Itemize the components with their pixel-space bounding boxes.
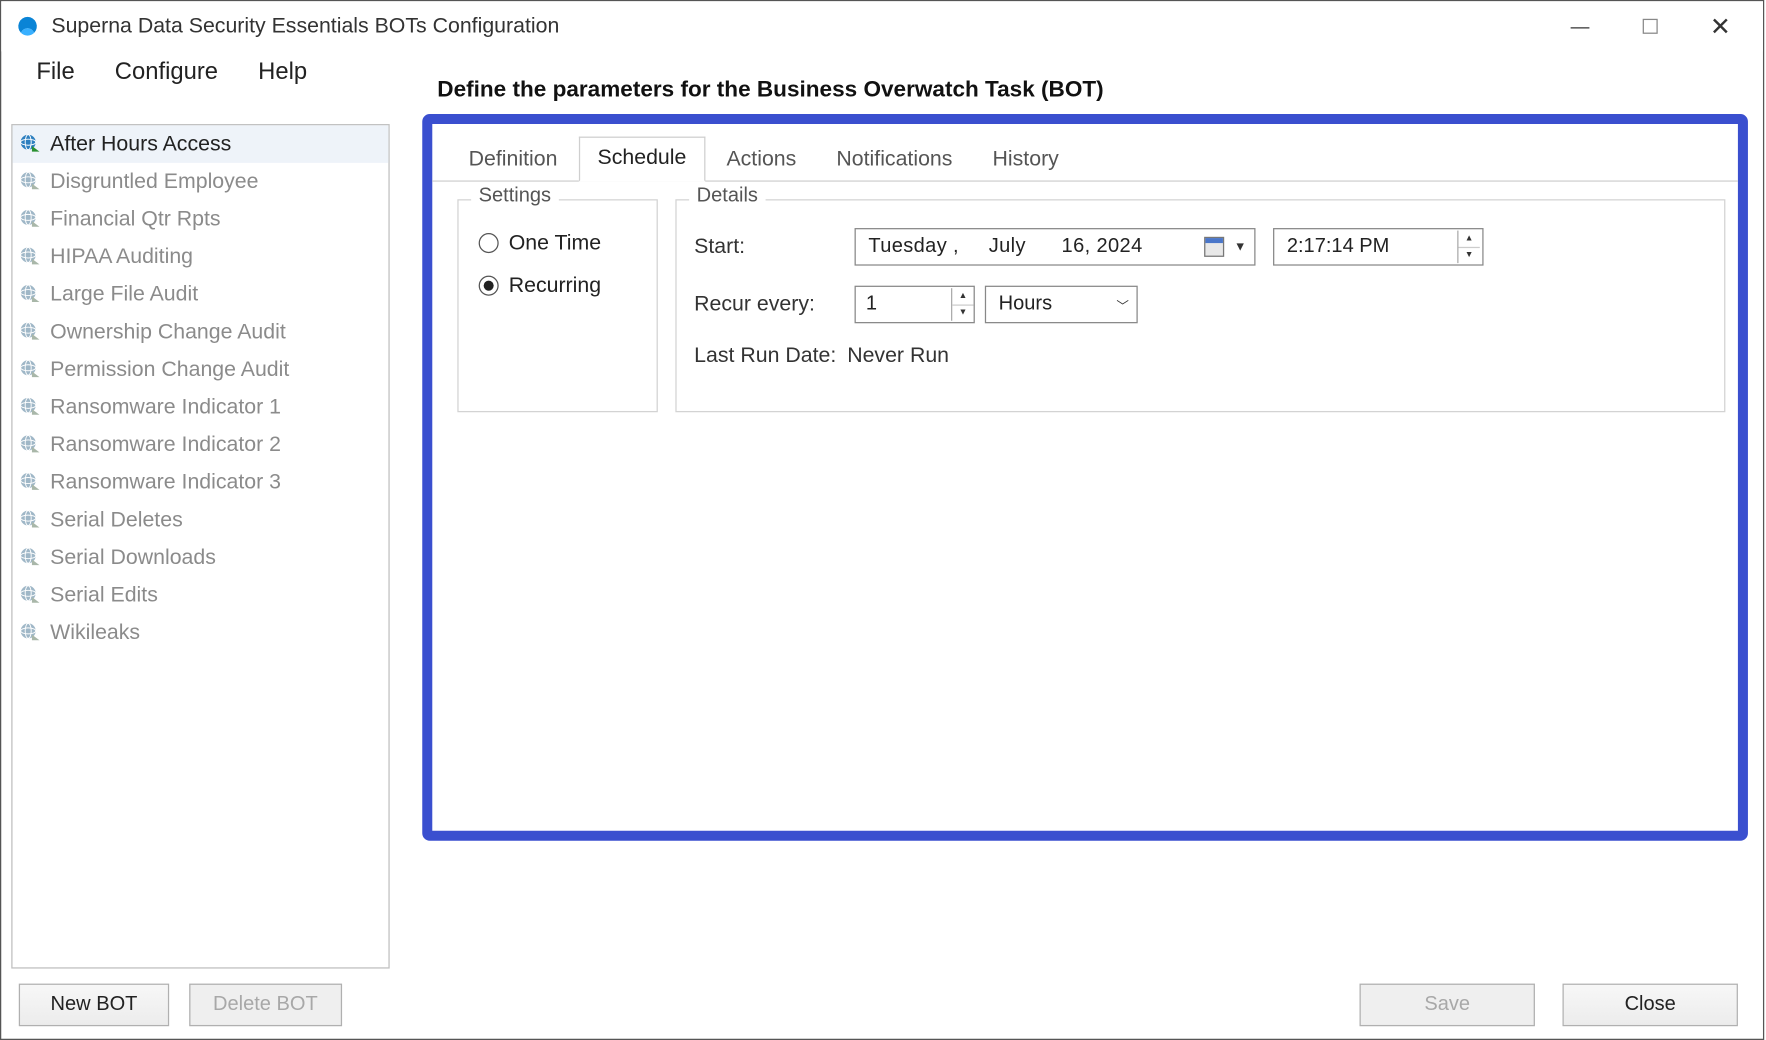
close-window-button[interactable]: ✕	[1685, 3, 1755, 51]
globe-arrow-icon	[18, 432, 43, 457]
bot-list-item[interactable]: Ransomware Indicator 3	[13, 464, 389, 502]
bot-list-item[interactable]: HIPAA Auditing	[13, 238, 389, 276]
lastrun-value: Never Run	[847, 343, 949, 367]
save-button[interactable]: Save	[1360, 984, 1535, 1027]
globe-arrow-icon	[18, 132, 43, 157]
settings-legend: Settings	[471, 185, 558, 208]
start-date-picker[interactable]: Tuesday , July 16, 2024 ▼	[855, 228, 1256, 266]
recur-unit-value: Hours	[999, 293, 1052, 316]
bot-list-item-label: Ransomware Indicator 2	[50, 432, 281, 457]
bot-list[interactable]: After Hours Access Disgruntled Employee Fi…	[11, 124, 389, 969]
bot-list-item-label: Wikileaks	[50, 620, 140, 645]
start-time-picker[interactable]: 2:17:14 PM ▲▼	[1273, 228, 1484, 266]
tab-actions[interactable]: Actions	[708, 138, 815, 182]
bot-list-item[interactable]: Financial Qtr Rpts	[13, 200, 389, 238]
close-button[interactable]: Close	[1562, 984, 1737, 1027]
bot-list-item-label: Serial Downloads	[50, 545, 216, 570]
globe-arrow-icon	[18, 395, 43, 420]
tab-schedule[interactable]: Schedule	[579, 137, 705, 182]
schedule-panel-highlight: Definition Schedule Actions Notification…	[422, 114, 1748, 841]
globe-arrow-icon	[18, 620, 43, 645]
bot-list-item-label: Large File Audit	[50, 282, 198, 307]
bot-list-item[interactable]: Disgruntled Employee	[13, 163, 389, 201]
settings-group: Settings One Time Recurring	[457, 199, 657, 412]
menu-configure[interactable]: Configure	[97, 56, 235, 89]
radio-one-time[interactable]: One Time	[479, 231, 639, 256]
calendar-icon	[1204, 237, 1224, 257]
start-date-value: Tuesday , July 16, 2024	[868, 236, 1142, 259]
lastrun-label: Last Run Date:	[694, 343, 836, 367]
globe-arrow-icon	[18, 207, 43, 232]
globe-arrow-icon	[18, 470, 43, 495]
chevron-down-icon: ▼	[1234, 240, 1247, 254]
bot-list-item-label: Ransomware Indicator 1	[50, 395, 281, 420]
recur-label: Recur every:	[694, 292, 854, 317]
recur-value: 1	[866, 293, 877, 316]
radio-icon	[479, 233, 499, 253]
bot-list-item-label: HIPAA Auditing	[50, 244, 193, 269]
menu-file[interactable]: File	[19, 56, 92, 89]
recur-spinner[interactable]: ▲▼	[951, 288, 974, 321]
radio-one-time-label: One Time	[509, 231, 601, 256]
globe-arrow-icon	[18, 320, 43, 345]
window-title: Superna Data Security Essentials BOTs Co…	[51, 14, 559, 39]
bot-list-item-label: Ransomware Indicator 3	[50, 470, 281, 495]
bot-list-item[interactable]: Large File Audit	[13, 276, 389, 314]
bot-list-item-label: Permission Change Audit	[50, 357, 289, 382]
globe-arrow-icon	[18, 282, 43, 307]
bot-list-item[interactable]: Permission Change Audit	[13, 351, 389, 389]
globe-arrow-icon	[18, 583, 43, 608]
bot-list-item-label: After Hours Access	[50, 132, 231, 157]
bot-list-item[interactable]: Ransomware Indicator 2	[13, 426, 389, 464]
start-label: Start:	[694, 234, 854, 259]
globe-arrow-icon	[18, 545, 43, 570]
close-label: Close	[1625, 994, 1676, 1017]
recur-value-input[interactable]: 1 ▲▼	[855, 286, 975, 324]
bot-list-item[interactable]: After Hours Access	[13, 125, 389, 163]
bot-list-item-label: Serial Deletes	[50, 507, 183, 532]
app-logo-icon	[14, 13, 42, 41]
globe-arrow-icon	[18, 507, 43, 532]
bot-list-item-label: Ownership Change Audit	[50, 320, 286, 345]
chevron-down-icon: ﹀	[1116, 295, 1129, 314]
bot-list-item-label: Financial Qtr Rpts	[50, 207, 220, 232]
new-bot-label: New BOT	[51, 994, 138, 1017]
details-group: Details Start: Tuesday , July 16, 2024 ▼…	[675, 199, 1725, 412]
tab-notifications[interactable]: Notifications	[818, 138, 972, 182]
radio-recurring[interactable]: Recurring	[479, 273, 639, 298]
tab-history[interactable]: History	[974, 138, 1078, 182]
radio-icon	[479, 276, 499, 296]
bot-list-item[interactable]: Serial Deletes	[13, 501, 389, 539]
start-time-value: 2:17:14 PM	[1287, 236, 1390, 259]
bot-list-item-label: Serial Edits	[50, 583, 158, 608]
bot-list-item[interactable]: Ownership Change Audit	[13, 313, 389, 351]
recur-unit-select[interactable]: Hours ﹀	[985, 286, 1138, 324]
page-heading: Define the parameters for the Business O…	[437, 76, 1103, 102]
details-legend: Details	[689, 185, 765, 208]
radio-recurring-label: Recurring	[509, 273, 601, 298]
menu-help[interactable]: Help	[241, 56, 325, 89]
tab-definition[interactable]: Definition	[450, 138, 576, 182]
time-spinner[interactable]: ▲▼	[1457, 231, 1480, 264]
bot-list-item[interactable]: Ransomware Indicator 1	[13, 388, 389, 426]
tab-strip: Definition Schedule Actions Notification…	[432, 124, 1738, 182]
save-label: Save	[1424, 994, 1470, 1017]
bot-list-item[interactable]: Wikileaks	[13, 614, 389, 652]
globe-arrow-icon	[18, 357, 43, 382]
globe-arrow-icon	[18, 244, 43, 269]
globe-arrow-icon	[18, 169, 43, 194]
maximize-button[interactable]	[1615, 3, 1685, 51]
title-bar: Superna Data Security Essentials BOTs Co…	[1, 1, 1763, 51]
delete-bot-label: Delete BOT	[213, 994, 318, 1017]
delete-bot-button[interactable]: Delete BOT	[189, 984, 341, 1027]
bot-list-item-label: Disgruntled Employee	[50, 169, 258, 194]
bot-list-item[interactable]: Serial Downloads	[13, 539, 389, 577]
bot-list-item[interactable]: Serial Edits	[13, 576, 389, 614]
new-bot-button[interactable]: New BOT	[19, 984, 169, 1027]
minimize-button[interactable]: —	[1545, 3, 1615, 51]
